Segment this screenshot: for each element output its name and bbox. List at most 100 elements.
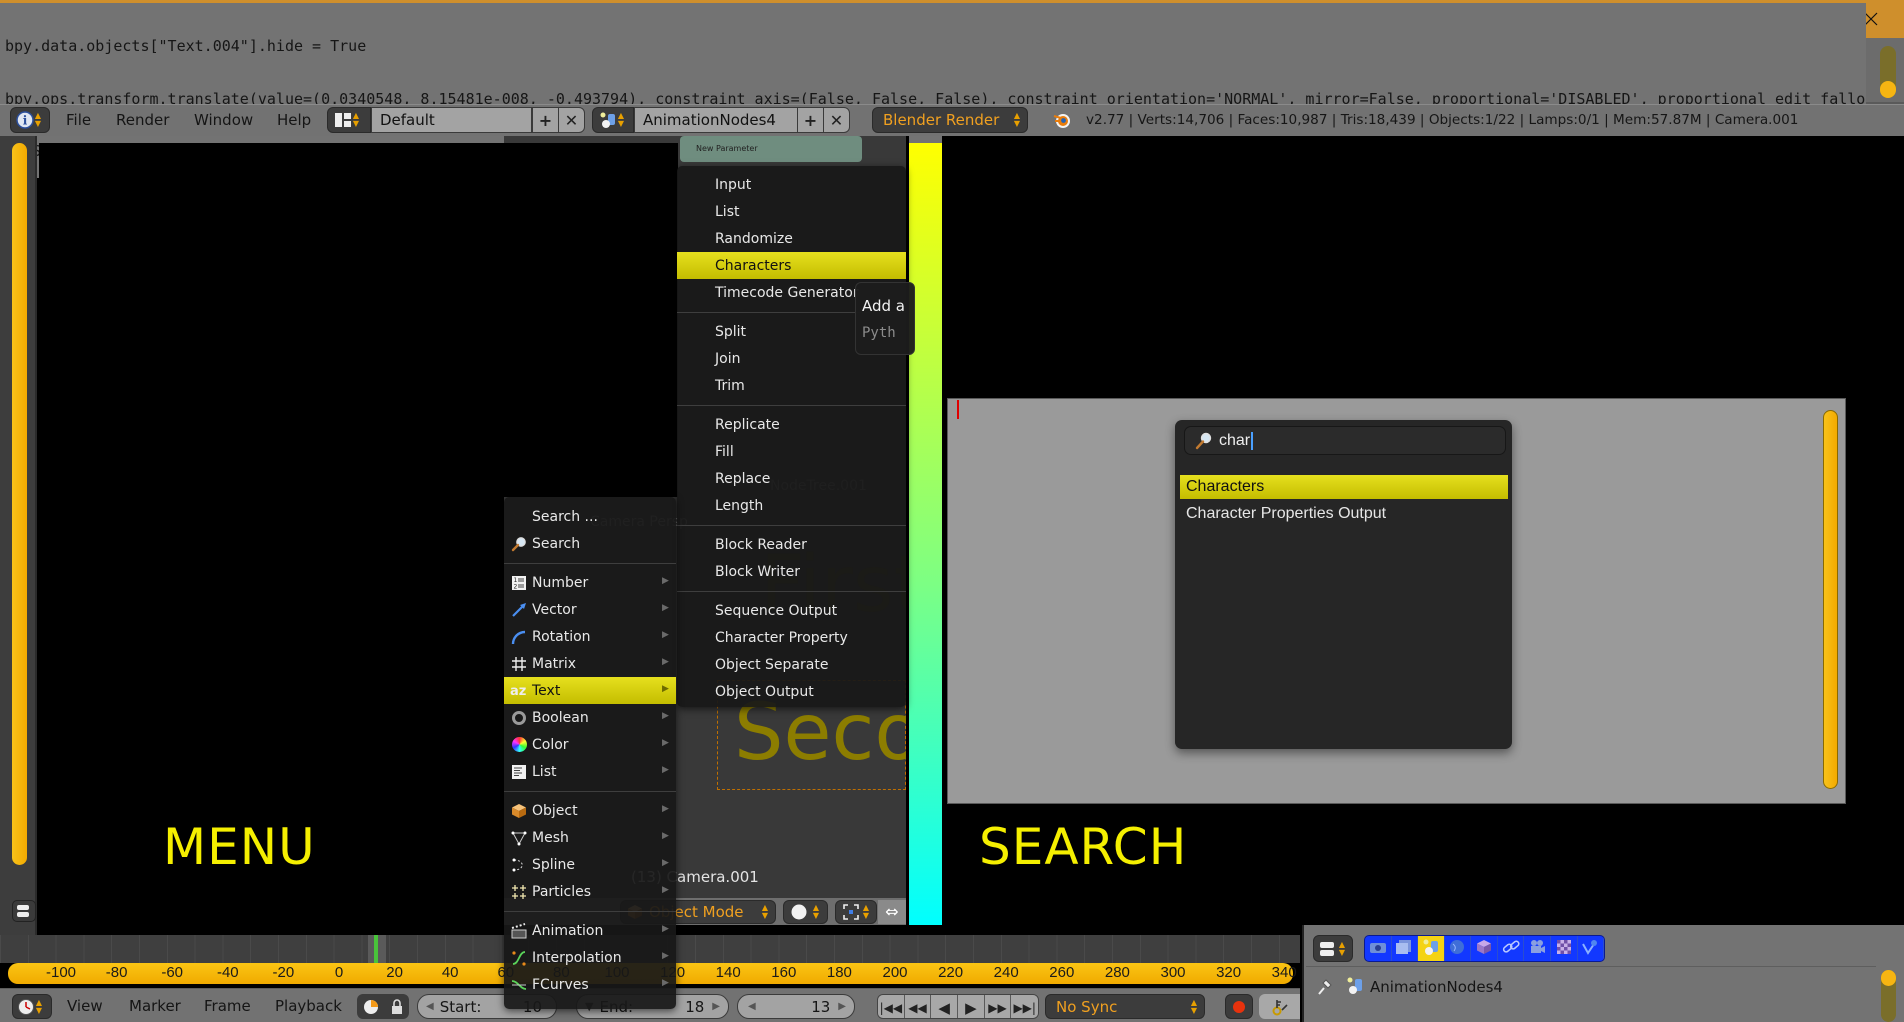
scene-field[interactable]: AnimationNodes4 <box>634 107 798 133</box>
auto-keying-record-button[interactable] <box>1225 994 1253 1019</box>
menu-item-length[interactable]: Length <box>677 492 906 519</box>
menu-item-mesh[interactable]: Mesh ▶ <box>504 824 676 851</box>
timeline-menu-frame[interactable]: Frame <box>204 997 251 1015</box>
search-result-label: Characters <box>1186 478 1265 495</box>
properties-tab-world[interactable] <box>1445 936 1472 961</box>
sync-mode-dropdown[interactable]: No Sync ▲ ▼ <box>1045 994 1205 1019</box>
node-new-parameter[interactable]: New Parameter <box>680 136 862 162</box>
keying-set-button[interactable] <box>1259 994 1300 1019</box>
pin-icon[interactable] <box>1315 976 1335 1000</box>
search-result-characters[interactable]: Characters <box>1180 475 1508 499</box>
jump-to-start-button[interactable]: |◀◀ <box>878 995 905 1018</box>
search-query[interactable]: char <box>1219 431 1254 450</box>
play-reverse-button[interactable]: ◀ <box>931 995 959 1018</box>
add-scene-button[interactable]: + <box>797 107 824 133</box>
properties-tab-scene[interactable] <box>1418 936 1445 961</box>
properties-scrollbar-handle[interactable] <box>1881 970 1896 986</box>
menu-item-search[interactable]: Search <box>504 530 676 557</box>
properties-tab-constraints[interactable] <box>1498 936 1525 961</box>
menu-item-trim[interactable]: Trim <box>677 372 906 399</box>
menu-item-number[interactable]: 1 2 Number ▶ <box>504 569 676 596</box>
screen-layout-selector[interactable]: ▲ ▼ <box>327 107 371 133</box>
editor-type-button[interactable] <box>12 900 36 922</box>
preview-range-toggles[interactable] <box>357 994 409 1019</box>
play-button[interactable]: ▶ <box>958 995 985 1018</box>
timeline-menu-marker[interactable]: Marker <box>129 997 181 1015</box>
menu-item-object-separate[interactable]: Object Separate <box>677 651 906 678</box>
node-editor-scrollbar[interactable] <box>12 143 27 865</box>
timeline-menu-playback[interactable]: Playback <box>275 997 342 1015</box>
svg-text:az: az <box>510 684 526 699</box>
submenu-arrow-icon: ▶ <box>662 951 669 961</box>
render-engine-dropdown[interactable]: Blender Render ▲ ▼ <box>872 107 1028 133</box>
editor-type-button[interactable]: i ▲ ▼ <box>10 107 50 133</box>
menu-item-particles[interactable]: Particles ▶ <box>504 878 676 905</box>
close-icon: ✕ <box>829 110 844 130</box>
menu-item-search[interactable]: Search ... <box>504 503 676 530</box>
menu-item-characters[interactable]: Characters <box>677 252 906 279</box>
menu-item-text[interactable]: az Text ▶ <box>504 677 676 704</box>
jump-to-next-keyframe-button[interactable]: ▶▶ <box>984 995 1012 1018</box>
menu-render[interactable]: Render <box>116 111 169 129</box>
delete-layout-button[interactable]: ✕ <box>558 107 585 133</box>
jump-to-previous-keyframe-button[interactable]: ◀◀ <box>904 995 932 1018</box>
menu-item-label: Matrix <box>532 655 577 672</box>
menu-item-animation[interactable]: Animation ▶ <box>504 917 676 944</box>
timeline-editor-type-button[interactable]: ▲ ▼ <box>12 994 52 1019</box>
menu-item-character-property[interactable]: Character Property <box>677 624 906 651</box>
screen-layout-field[interactable]: Default <box>371 107 532 133</box>
delete-scene-button[interactable]: ✕ <box>823 107 850 133</box>
properties-editor-type-button[interactable]: ▲ ▼ <box>1313 935 1353 962</box>
add-layout-button[interactable]: + <box>532 107 559 133</box>
menu-item-matrix[interactable]: Matrix ▶ <box>504 650 676 677</box>
properties-tab-physics[interactable] <box>1578 936 1604 961</box>
menu-item-boolean[interactable]: Boolean ▶ <box>504 704 676 731</box>
menu-item-label: Timecode Generator <box>715 284 859 301</box>
menu-item-object[interactable]: Object ▶ <box>504 797 676 824</box>
menu-item-list[interactable]: List ▶ <box>504 758 676 785</box>
menu-item-interpolation[interactable]: Interpolation ▶ <box>504 944 676 971</box>
menu-window[interactable]: Window <box>194 111 253 129</box>
properties-tab-render[interactable] <box>1365 936 1392 961</box>
ruler-label: 200 <box>882 964 908 981</box>
menu-item-sequence-output[interactable]: Sequence Output <box>677 597 906 624</box>
menu-item-color[interactable]: Color ▶ <box>504 731 676 758</box>
menu-item-label: List <box>532 763 557 780</box>
scene-selector[interactable]: ▲ ▼ <box>592 107 634 133</box>
search-area-scrollbar[interactable] <box>1823 410 1838 789</box>
timeline-menu-view[interactable]: View <box>67 997 103 1015</box>
menu-item-label: Replicate <box>715 416 780 433</box>
console-scrollbar-handle[interactable] <box>1880 81 1896 98</box>
search-input[interactable]: char <box>1184 426 1506 455</box>
shading-dropdown[interactable]: ▲ ▼ <box>783 900 828 924</box>
menu-item-block-reader[interactable]: Block Reader <box>677 531 906 558</box>
menu-item-block-writer[interactable]: Block Writer <box>677 558 906 585</box>
properties-tab-render-layers[interactable] <box>1392 936 1419 961</box>
menu-file[interactable]: File <box>66 111 91 129</box>
current-frame-field[interactable]: ◀ 13 ▶ <box>737 994 855 1019</box>
menu-item-list[interactable]: List <box>677 198 906 225</box>
menu-item-spline[interactable]: Spline ▶ <box>504 851 676 878</box>
search-result-label: Character Properties Output <box>1186 505 1387 522</box>
search-icon <box>508 535 530 553</box>
menu-help[interactable]: Help <box>277 111 311 129</box>
menu-item-replicate[interactable]: Replicate <box>677 411 906 438</box>
menu-item-rotation[interactable]: Rotation ▶ <box>504 623 676 650</box>
menu-item-randomize[interactable]: Randomize <box>677 225 906 252</box>
menu-item-fill[interactable]: Fill <box>677 438 906 465</box>
playhead[interactable] <box>374 935 379 963</box>
menu-item-vector[interactable]: Vector ▶ <box>504 596 676 623</box>
menu-item-input[interactable]: Input <box>677 171 906 198</box>
jump-to-end-button[interactable]: ▶▶| <box>1011 995 1038 1018</box>
submenu-arrow-icon: ▶ <box>662 831 669 841</box>
properties-tab-camera-data[interactable] <box>1524 936 1551 961</box>
properties-tab-texture[interactable] <box>1551 936 1578 961</box>
search-result-character-properties-output[interactable]: Character Properties Output <box>1180 502 1508 526</box>
menu-item-object-output[interactable]: Object Output <box>677 678 906 705</box>
menu-item-fcurves[interactable]: FCurves ▶ <box>504 971 676 998</box>
menu-item-replace[interactable]: Replace <box>677 465 906 492</box>
manipulator-toggle[interactable]: ⇔ <box>878 900 906 924</box>
plus-icon: + <box>803 110 818 130</box>
pivot-dropdown[interactable]: ▲ ▼ <box>835 900 877 924</box>
properties-tab-object[interactable] <box>1471 936 1498 961</box>
